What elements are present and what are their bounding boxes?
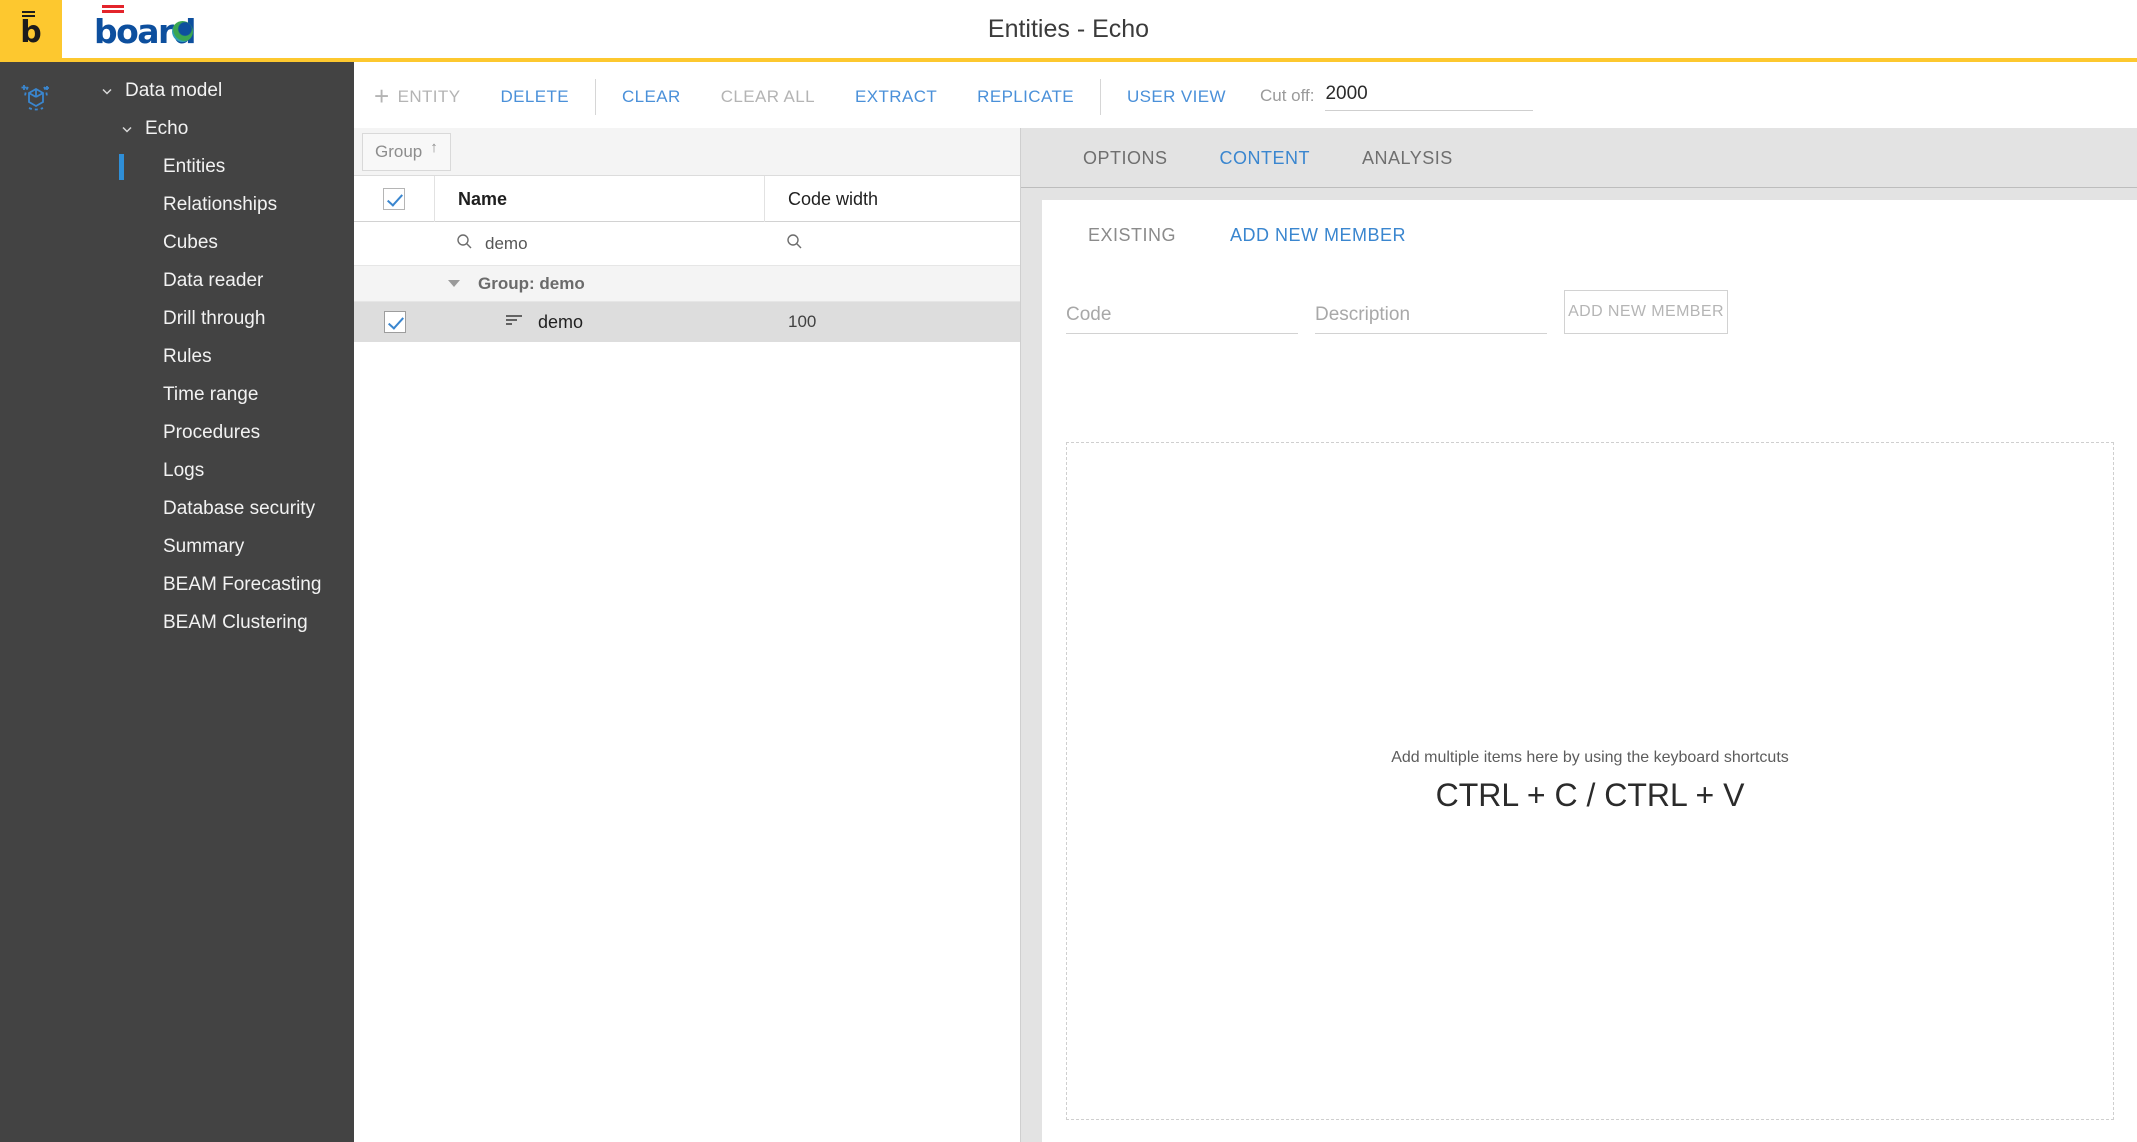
select-all-checkbox[interactable]	[383, 187, 405, 210]
sidebar-item-data-reader[interactable]: Data reader	[0, 262, 354, 300]
selection-indicator	[119, 154, 124, 180]
row-name-label: demo	[538, 311, 584, 332]
sidebar-item-beam-clustering[interactable]: BEAM Clustering	[0, 604, 354, 642]
delete-button[interactable]: DELETE	[480, 66, 589, 128]
filter-cell-code-width[interactable]	[765, 233, 1020, 255]
sidebar-item-label: Rules	[163, 346, 212, 367]
panel-tabs: OPTIONS CONTENT ANALYSIS	[1021, 128, 2137, 188]
row-name-cell[interactable]: demo	[435, 312, 765, 333]
sidebar-item-database-security[interactable]: Database security	[0, 490, 354, 528]
app-header: b board Entities - Echo	[0, 0, 2137, 62]
toolbar-divider	[595, 79, 596, 115]
row-select-cell[interactable]	[354, 311, 435, 333]
group-header-label: Group: demo	[478, 273, 585, 293]
description-input[interactable]	[1315, 304, 1547, 326]
sidebar-item-label: BEAM Clustering	[163, 612, 308, 633]
plus-icon: +	[374, 81, 390, 111]
filter-cell-name[interactable]: demo	[435, 233, 765, 255]
group-by-chip[interactable]: Group ↑	[362, 132, 451, 171]
paste-dropzone[interactable]: Add multiple items here by using the key…	[1066, 442, 2114, 1120]
replicate-button[interactable]: REPLICATE	[957, 66, 1094, 128]
sidebar-item-label: Entities	[163, 156, 226, 177]
row-code-width-label: 100	[788, 312, 817, 331]
content-subtabs: EXISTING ADD NEW MEMBER	[1042, 200, 2137, 270]
sidebar-item-summary[interactable]: Summary	[0, 528, 354, 566]
content-card: EXISTING ADD NEW MEMBER ADD NEW MEMBER A…	[1042, 200, 2137, 1142]
entity-lines-icon	[505, 313, 524, 332]
code-input[interactable]	[1066, 304, 1298, 326]
search-icon[interactable]	[786, 233, 803, 255]
tab-options[interactable]: OPTIONS	[1061, 128, 1190, 188]
clear-button[interactable]: CLEAR	[602, 66, 701, 128]
dropzone-shortcut: CTRL + C / CTRL + V	[1435, 776, 1745, 813]
cutoff-input[interactable]	[1325, 83, 1534, 105]
sidebar-item-label: Relationships	[163, 194, 278, 215]
select-all-cell[interactable]	[354, 175, 435, 222]
sidebar-item-procedures[interactable]: Procedures	[0, 414, 354, 452]
sidebar-item-label: Data reader	[163, 270, 264, 291]
table-row[interactable]: demo 100	[354, 302, 1020, 342]
sidebar-item-echo[interactable]: Echo	[0, 110, 354, 148]
sidebar-item-drill-through[interactable]: Drill through	[0, 300, 354, 338]
filter-name-value[interactable]: demo	[485, 234, 528, 254]
sidebar-item-label: Cubes	[163, 232, 218, 253]
group-header-row[interactable]: Group: demo	[354, 266, 1020, 302]
sidebar-item-label: Logs	[163, 460, 205, 481]
group-chip-label: Group	[375, 141, 423, 161]
caret-down-icon[interactable]	[448, 280, 460, 287]
sidebar-item-label: Summary	[163, 536, 245, 557]
add-new-member-button[interactable]: ADD NEW MEMBER	[1564, 290, 1728, 334]
details-panel: OPTIONS CONTENT ANALYSIS EXISTING ADD NE…	[1021, 128, 2137, 1142]
chevron-down-icon[interactable]	[96, 80, 118, 102]
code-field[interactable]	[1066, 304, 1298, 334]
grid-filter-row: demo	[354, 222, 1020, 266]
grid-header-row: Name Code width	[354, 175, 1020, 222]
chevron-down-icon[interactable]	[116, 118, 138, 140]
dropzone-hint: Add multiple items here by using the key…	[1391, 748, 1789, 766]
sidebar-item-cubes[interactable]: Cubes	[0, 224, 354, 262]
sidebar-item-rules[interactable]: Rules	[0, 338, 354, 376]
sidebar-item-relationships[interactable]: Relationships	[0, 186, 354, 224]
sidebar-item-label: BEAM Forecasting	[163, 574, 322, 595]
sidebar-item-label: Time range	[163, 384, 259, 405]
page-title: Entities - Echo	[987, 14, 1150, 43]
sidebar-item-label: Procedures	[163, 422, 261, 443]
description-field[interactable]	[1315, 304, 1547, 334]
group-bar: Group ↑	[354, 128, 1020, 176]
sidebar-item-beam-forecasting[interactable]: BEAM Forecasting	[0, 566, 354, 604]
row-checkbox[interactable]	[383, 311, 406, 333]
add-entity-button[interactable]: + ENTITY	[354, 66, 480, 128]
toolbar-divider	[1099, 79, 1101, 115]
sidebar-tree: Data model Echo Entities Relationships C…	[0, 72, 354, 642]
sidebar-item-entities[interactable]: Entities	[0, 148, 354, 186]
sidebar: Data model Echo Entities Relationships C…	[0, 62, 354, 1142]
clear-all-button[interactable]: CLEAR ALL	[701, 66, 835, 128]
sort-ascending-icon[interactable]: ↑	[430, 139, 438, 156]
tab-analysis[interactable]: ANALYSIS	[1340, 128, 1475, 188]
sidebar-item-time-range[interactable]: Time range	[0, 376, 354, 414]
cutoff-control: Cut off:	[1260, 83, 1534, 111]
sidebar-item-label: Drill through	[163, 308, 266, 329]
add-member-form: ADD NEW MEMBER	[1042, 290, 2137, 334]
search-icon[interactable]	[456, 233, 473, 255]
sidebar-item-label: Database security	[163, 498, 316, 519]
add-entity-label: ENTITY	[397, 87, 461, 106]
extract-button[interactable]: EXTRACT	[835, 66, 957, 128]
subtab-add-new-member[interactable]: ADD NEW MEMBER	[1208, 225, 1428, 246]
entities-grid-panel: Group ↑ Name Code width demo Group: demo…	[354, 128, 1021, 1142]
sidebar-item-label: Echo	[145, 118, 189, 139]
column-header-name[interactable]: Name	[435, 175, 765, 222]
sidebar-item-logs[interactable]: Logs	[0, 452, 354, 490]
user-view-button[interactable]: USER VIEW	[1107, 66, 1246, 128]
action-toolbar: + ENTITY DELETE CLEAR CLEAR ALL EXTRACT …	[354, 66, 2137, 128]
sidebar-item-data-model[interactable]: Data model	[0, 72, 354, 110]
cutoff-field[interactable]	[1325, 83, 1534, 111]
column-header-code-width[interactable]: Code width	[765, 176, 1020, 222]
sidebar-item-label: Data model	[125, 80, 223, 101]
cutoff-label: Cut off:	[1259, 86, 1315, 105]
tab-content[interactable]: CONTENT	[1198, 128, 1333, 188]
subtab-existing[interactable]: EXISTING	[1066, 225, 1198, 246]
